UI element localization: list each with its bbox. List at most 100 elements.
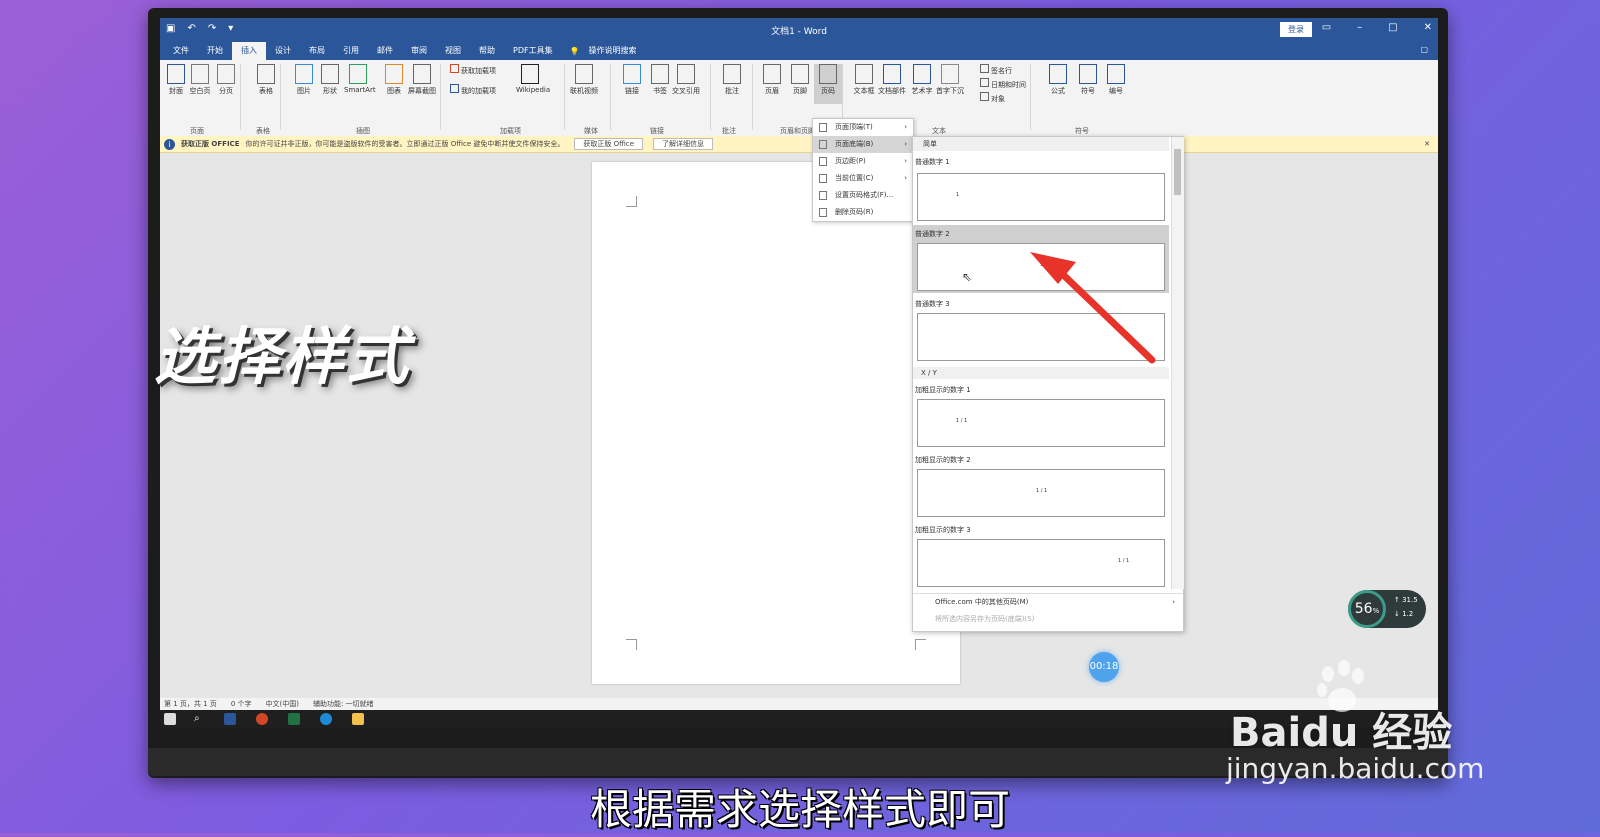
language[interactable]: 中文(中国) xyxy=(266,699,299,709)
ribbon-button-27[interactable]: 公式 xyxy=(1044,64,1072,96)
page-number-menu-item-0[interactable]: 页面顶端(T) › xyxy=(813,119,913,136)
ribbon-button-4[interactable]: 图片 xyxy=(290,64,318,96)
ribbon-button-29[interactable]: 编号 xyxy=(1102,64,1130,96)
ribbon-button-icon xyxy=(883,64,901,84)
gallery-scrollbar[interactable] xyxy=(1171,137,1184,589)
page-number-menu-item-4[interactable]: 设置页码格式(F)... xyxy=(813,187,913,204)
preview-number: 1 xyxy=(956,192,960,198)
ribbon-button-22[interactable]: 艺术字 xyxy=(908,64,936,96)
ribbon-button-21[interactable]: 文档部件 xyxy=(878,64,906,96)
search-icon[interactable]: ⌕ xyxy=(194,713,206,725)
tab-pdf-tools[interactable]: PDF工具集 xyxy=(504,42,562,60)
maximize-icon[interactable]: □ xyxy=(1388,22,1397,33)
ribbon-button-label: 签名行 xyxy=(991,67,1012,75)
crop-mark-top-left xyxy=(626,196,637,207)
ribbon-button-14[interactable]: 书签 xyxy=(646,64,674,96)
ribbon-button-7[interactable]: 图表 xyxy=(380,64,408,96)
mouse-cursor-icon: ⇖ xyxy=(962,270,973,284)
close-icon[interactable]: ✕ xyxy=(1424,22,1432,33)
ribbon-button-16[interactable]: 批注 xyxy=(718,64,746,96)
ribbon-button-6[interactable]: SmartArt xyxy=(344,64,376,94)
gallery-item-bold-number-1[interactable]: 1 / 1 xyxy=(917,399,1165,447)
comments-icon[interactable]: ▢ xyxy=(1420,45,1428,54)
accessibility-status[interactable]: 辅助功能: 一切就绪 xyxy=(313,699,374,709)
ribbon-button-24[interactable]: 签名行 xyxy=(980,64,1040,76)
edge-browser-icon[interactable] xyxy=(320,713,332,725)
excel-app-icon[interactable] xyxy=(288,713,300,725)
page-bottom-gallery: 简单 普通数字 1 1 普通数字 2 1 ⇖ 普通数字 3 1 X / Y 加粗… xyxy=(912,136,1184,632)
ribbon-display-icon[interactable]: ▭ xyxy=(1322,22,1331,33)
ribbon-separator xyxy=(280,64,281,130)
gallery-item-plain-number-1[interactable]: 1 xyxy=(917,173,1165,221)
tab-help[interactable]: 帮助 xyxy=(470,42,504,60)
login-button[interactable]: 登录 xyxy=(1280,22,1312,37)
ribbon-separator xyxy=(710,64,711,130)
tab-home[interactable]: 开始 xyxy=(198,42,232,60)
page-number-menu-icon xyxy=(819,191,827,200)
ribbon-button-10[interactable]: 我的加载项 xyxy=(450,84,510,96)
ribbon-button-20[interactable]: 文本框 xyxy=(850,64,878,96)
ribbon-button-icon xyxy=(257,64,275,84)
page-count[interactable]: 第 1 页，共 1 页 xyxy=(164,699,217,709)
gallery-item-plain-number-3[interactable]: 1 xyxy=(917,313,1165,361)
ribbon-button-8[interactable]: 屏幕截图 xyxy=(408,64,436,96)
gallery-item-label: 加粗显示的数字 2 xyxy=(915,456,971,464)
ribbon-button-17[interactable]: 页眉 xyxy=(758,64,786,96)
ribbon-button-1[interactable]: 空白页 xyxy=(186,64,214,96)
ribbon-button-26[interactable]: 对象 xyxy=(980,92,1040,104)
ribbon-button-25[interactable]: 日期和时间 xyxy=(980,78,1040,90)
gallery-item-bold-number-2[interactable]: 1 / 1 xyxy=(917,469,1165,517)
ribbon-button-18[interactable]: 页脚 xyxy=(786,64,814,96)
file-explorer-icon[interactable] xyxy=(352,713,364,725)
word-app-icon[interactable] xyxy=(224,713,236,725)
document-page[interactable] xyxy=(592,162,960,684)
gallery-scroll-thumb[interactable] xyxy=(1174,149,1181,195)
tab-layout[interactable]: 布局 xyxy=(300,42,334,60)
tell-me-search[interactable]: 操作说明搜索 xyxy=(580,42,646,60)
tab-view[interactable]: 视图 xyxy=(436,42,470,60)
tab-insert[interactable]: 插入 xyxy=(232,42,266,60)
powerpoint-app-icon[interactable] xyxy=(256,713,268,725)
download-speed: ↓ 1.2 xyxy=(1394,610,1414,618)
page-number-menu-item-2[interactable]: 页边距(P) › xyxy=(813,153,913,170)
gallery-item-label: 普通数字 2 xyxy=(915,230,950,238)
ribbon-button-2[interactable]: 分页 xyxy=(212,64,240,96)
ribbon-button-5[interactable]: 形状 xyxy=(316,64,344,96)
ribbon-button-11[interactable]: Wikipedia xyxy=(516,64,550,94)
more-page-numbers-office[interactable]: Office.com 中的其他页码(M) › xyxy=(913,593,1183,609)
ribbon-button-label: 页码 xyxy=(821,87,835,95)
page-number-menu-label: 页面顶端(T) xyxy=(835,123,873,131)
notice-close-icon[interactable]: ✕ xyxy=(1424,140,1430,148)
ribbon-button-15[interactable]: 交叉引用 xyxy=(672,64,700,96)
ribbon-button-13[interactable]: 链接 xyxy=(618,64,646,96)
get-genuine-button[interactable]: 获取正版 Office xyxy=(574,138,644,150)
ribbon-group-label: 符号 xyxy=(1075,127,1089,135)
ribbon-button-icon xyxy=(450,84,459,93)
page-number-menu-item-1[interactable]: 页面底端(B) › xyxy=(813,136,913,153)
ribbon-button-9[interactable]: 获取加载项 xyxy=(450,64,510,76)
ribbon-button-icon xyxy=(723,64,741,84)
minimize-icon[interactable]: – xyxy=(1357,22,1362,33)
ribbon-button-28[interactable]: 符号 xyxy=(1074,64,1102,96)
chevron-right-icon: › xyxy=(904,174,907,182)
gallery-item-bold-number-3[interactable]: 1 / 1 xyxy=(917,539,1165,587)
ribbon-button-19[interactable]: 页码 xyxy=(814,64,842,104)
learn-more-button[interactable]: 了解详细信息 xyxy=(653,138,714,150)
ribbon-button-icon xyxy=(413,64,431,84)
ribbon-button-icon xyxy=(763,64,781,84)
gallery-item-plain-number-2[interactable]: 1 ⇖ xyxy=(917,243,1165,291)
ribbon-button-23[interactable]: 首字下沉 xyxy=(936,64,964,96)
tab-review[interactable]: 审阅 xyxy=(402,42,436,60)
page-number-menu-item-3[interactable]: 当前位置(C) › xyxy=(813,170,913,187)
ribbon-button-3[interactable]: 表格 xyxy=(252,64,280,96)
tab-mailings[interactable]: 邮件 xyxy=(368,42,402,60)
word-count[interactable]: 0 个字 xyxy=(231,699,252,709)
tab-references[interactable]: 引用 xyxy=(334,42,368,60)
page-number-menu-icon xyxy=(819,174,827,183)
tab-design[interactable]: 设计 xyxy=(266,42,300,60)
ribbon-separator xyxy=(564,64,565,130)
page-number-menu-item-5[interactable]: 删除页码(R) xyxy=(813,204,913,221)
tab-file[interactable]: 文件 xyxy=(164,42,198,60)
ribbon-button-12[interactable]: 联机视频 xyxy=(570,64,598,96)
windows-start-icon[interactable] xyxy=(164,713,176,725)
